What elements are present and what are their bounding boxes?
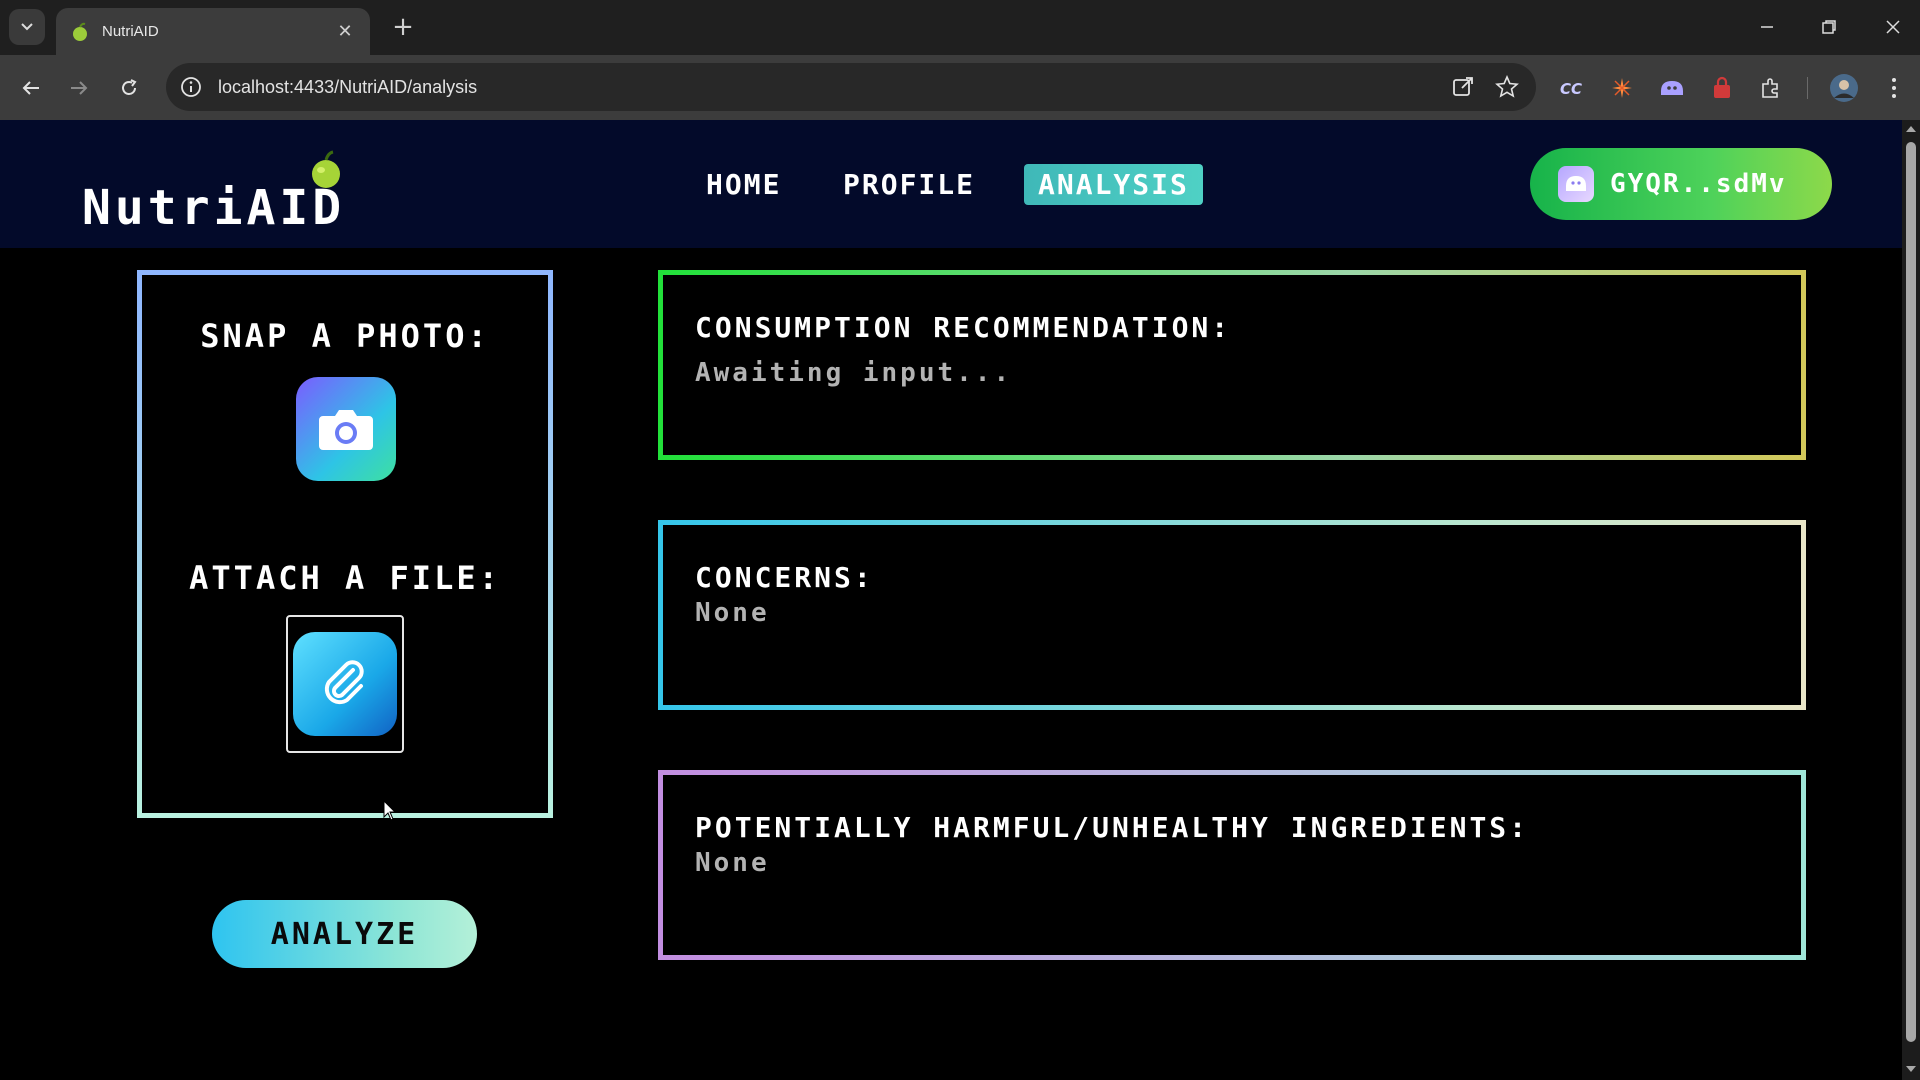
nutriaid-logo[interactable]: NutriAID xyxy=(82,150,392,240)
tab-title: NutriAID xyxy=(102,23,159,40)
page-viewport: NutriAID HOME PROFILE ANALYSIS GYQR..sdM… xyxy=(0,120,1902,1080)
scroll-down-icon[interactable] xyxy=(1906,1066,1916,1072)
reload-button[interactable] xyxy=(112,71,146,105)
attach-file-button[interactable] xyxy=(293,632,397,736)
reload-icon xyxy=(122,79,137,95)
file-dropzone[interactable] xyxy=(286,615,404,753)
concerns-value: None xyxy=(695,598,770,628)
tab-search-button[interactable] xyxy=(9,9,45,45)
scroll-up-icon[interactable] xyxy=(1906,126,1916,132)
analyze-button[interactable]: ANALYZE xyxy=(212,900,477,968)
url-text[interactable]: localhost:4433/NutriAID/analysis xyxy=(218,77,1448,98)
cc-extension-icon[interactable]: CC xyxy=(1556,72,1588,104)
new-tab-button[interactable]: + xyxy=(388,12,418,42)
forward-button[interactable] xyxy=(62,71,96,105)
chevron-down-icon xyxy=(21,23,33,31)
open-in-app-icon[interactable] xyxy=(1448,72,1478,102)
harmful-value: None xyxy=(695,848,770,878)
nav-home[interactable]: HOME xyxy=(692,164,795,205)
close-tab-icon[interactable]: ✕ xyxy=(334,21,356,42)
minimize-icon xyxy=(1761,26,1773,28)
close-icon xyxy=(1886,20,1900,34)
attach-file-heading: ATTACH A FILE: xyxy=(189,559,501,597)
apple-favicon-icon xyxy=(73,22,87,41)
consumption-value: Awaiting input... xyxy=(695,358,1013,388)
camera-icon xyxy=(319,410,373,450)
wallet-address: GYQR..sdMv xyxy=(1610,169,1787,199)
browser-tabstrip: NutriAID ✕ + xyxy=(0,0,1920,55)
minimize-button[interactable] xyxy=(1744,10,1790,44)
address-bar[interactable]: localhost:4433/NutriAID/analysis xyxy=(166,63,1536,111)
wallet-button[interactable]: GYQR..sdMv xyxy=(1530,148,1832,220)
bookmark-star-icon[interactable] xyxy=(1492,72,1522,102)
scrollbar-thumb[interactable] xyxy=(1906,142,1916,1042)
nav-analysis[interactable]: ANALYSIS xyxy=(1024,163,1203,205)
concerns-title: CONCERNS: xyxy=(695,561,874,594)
back-button[interactable] xyxy=(14,71,48,105)
paperclip-icon xyxy=(324,660,364,705)
profile-avatar[interactable] xyxy=(1828,72,1860,104)
main-nav-profile: PROFILE xyxy=(829,162,989,206)
camera-button[interactable] xyxy=(296,377,396,481)
restore-icon xyxy=(1822,20,1836,34)
browser-toolbar: localhost:4433/NutriAID/analysis CC xyxy=(0,55,1920,120)
snap-photo-heading: SNAP A PHOTO: xyxy=(200,317,490,355)
consumption-recommendation-box: CONSUMPTION RECOMMENDATION: Awaiting inp… xyxy=(658,270,1806,460)
svg-text:CC: CC xyxy=(1560,80,1582,98)
input-panel: SNAP A PHOTO: ATTACH A FILE: xyxy=(137,270,553,818)
arrow-right-icon xyxy=(71,81,88,95)
nav-profile[interactable]: PROFILE xyxy=(829,164,989,205)
browser-tab[interactable]: NutriAID ✕ xyxy=(56,8,370,55)
lock-extension-icon[interactable] xyxy=(1706,72,1738,104)
info-icon[interactable] xyxy=(180,76,202,98)
apple-logo-icon xyxy=(312,150,340,188)
toolbar-separator xyxy=(1807,77,1808,99)
page-scrollbar[interactable] xyxy=(1902,120,1920,1080)
main-nav-analysis: ANALYSIS xyxy=(1024,162,1203,206)
main-nav: HOME xyxy=(692,162,795,206)
browser-menu-icon[interactable] xyxy=(1878,72,1910,104)
restore-button[interactable] xyxy=(1806,10,1852,44)
arrow-left-icon xyxy=(22,81,39,95)
consumption-title: CONSUMPTION RECOMMENDATION: xyxy=(695,311,1232,344)
wallet-ghost-icon xyxy=(1558,166,1594,202)
harmful-ingredients-box: POTENTIALLY HARMFUL/UNHEALTHY INGREDIENT… xyxy=(658,770,1806,960)
mouse-cursor-icon xyxy=(383,800,397,821)
ghost-extension-icon[interactable] xyxy=(1656,72,1688,104)
extensions-puzzle-icon[interactable] xyxy=(1755,72,1787,104)
site-header: NutriAID HOME PROFILE ANALYSIS GYQR..sdM… xyxy=(0,120,1902,248)
close-window-button[interactable] xyxy=(1870,10,1916,44)
spark-extension-icon[interactable] xyxy=(1606,72,1638,104)
concerns-box: CONCERNS: None xyxy=(658,520,1806,710)
harmful-title: POTENTIALLY HARMFUL/UNHEALTHY INGREDIENT… xyxy=(695,811,1530,844)
